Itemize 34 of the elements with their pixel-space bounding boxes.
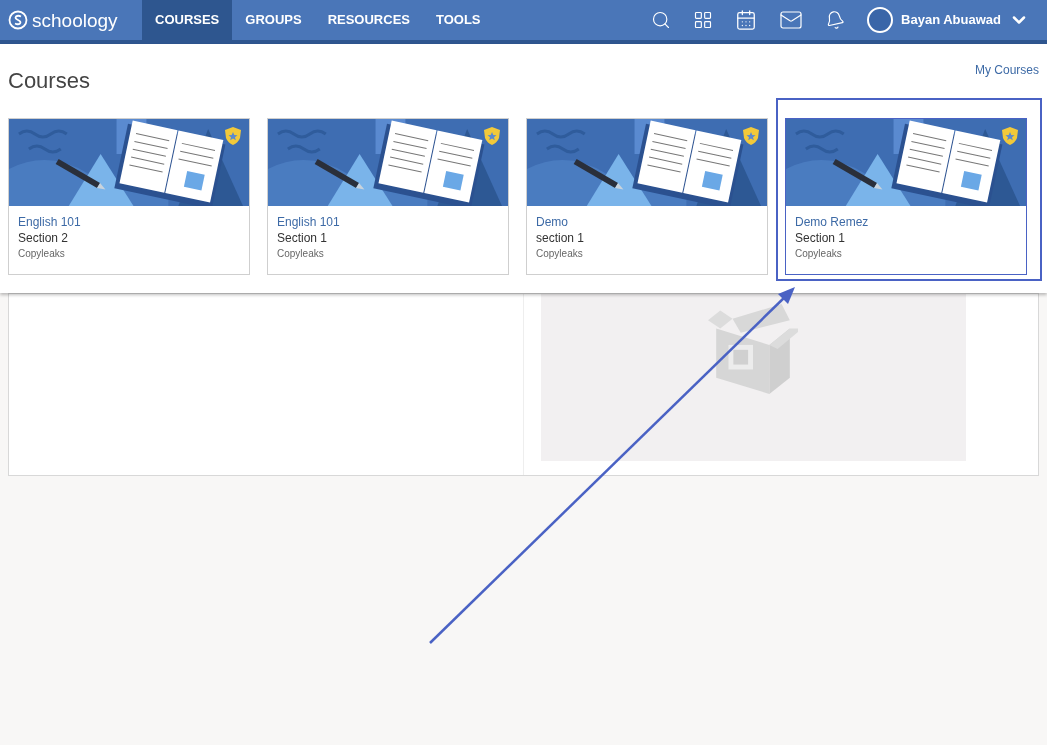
- logo-icon: [8, 10, 28, 30]
- nav-tab[interactable]: RESOURCES: [314, 0, 423, 40]
- calendar-icon[interactable]: [735, 9, 758, 31]
- course-school: Copyleaks: [277, 247, 325, 261]
- course-title[interactable]: Demo Remez: [795, 214, 1017, 230]
- course-section: Section 1: [277, 230, 499, 246]
- avatar-icon[interactable]: [867, 7, 894, 33]
- course-title[interactable]: English 101: [277, 214, 499, 230]
- nav-tab[interactable]: TOOLS: [423, 0, 494, 40]
- shield-star-icon: [225, 127, 241, 145]
- course-card[interactable]: Demo Remez Section 1 Copyleaks: [785, 118, 1027, 275]
- course-title[interactable]: Demo: [536, 214, 758, 230]
- course-school: Copyleaks: [18, 247, 66, 261]
- my-courses-link[interactable]: My Courses: [975, 61, 1039, 79]
- course-school: Copyleaks: [536, 247, 584, 261]
- course-section: Section 2: [18, 230, 240, 246]
- course-section: Section 1: [795, 230, 1017, 246]
- course-card[interactable]: Demo section 1 Copyleaks: [526, 118, 768, 275]
- user-name[interactable]: Bayan Abuawad: [901, 10, 1001, 30]
- shield-star-icon: [1002, 127, 1018, 145]
- mail-icon[interactable]: [779, 8, 804, 32]
- shield-star-icon: [484, 127, 500, 145]
- nav-tab[interactable]: GROUPS: [232, 0, 315, 40]
- course-card[interactable]: English 101 Section 1 Copyleaks: [267, 118, 509, 275]
- course-section: section 1: [536, 230, 758, 246]
- course-title[interactable]: English 101: [18, 214, 240, 230]
- grid-icon[interactable]: [693, 10, 714, 30]
- logo-text: schoology: [32, 10, 118, 30]
- search-icon[interactable]: [651, 10, 672, 30]
- shield-star-icon: [743, 127, 759, 145]
- nav-tab[interactable]: COURSES: [142, 0, 233, 40]
- course-school: Copyleaks: [795, 247, 843, 261]
- course-card[interactable]: English 101 Section 2 Copyleaks: [8, 118, 250, 275]
- page-title: Courses: [8, 67, 90, 95]
